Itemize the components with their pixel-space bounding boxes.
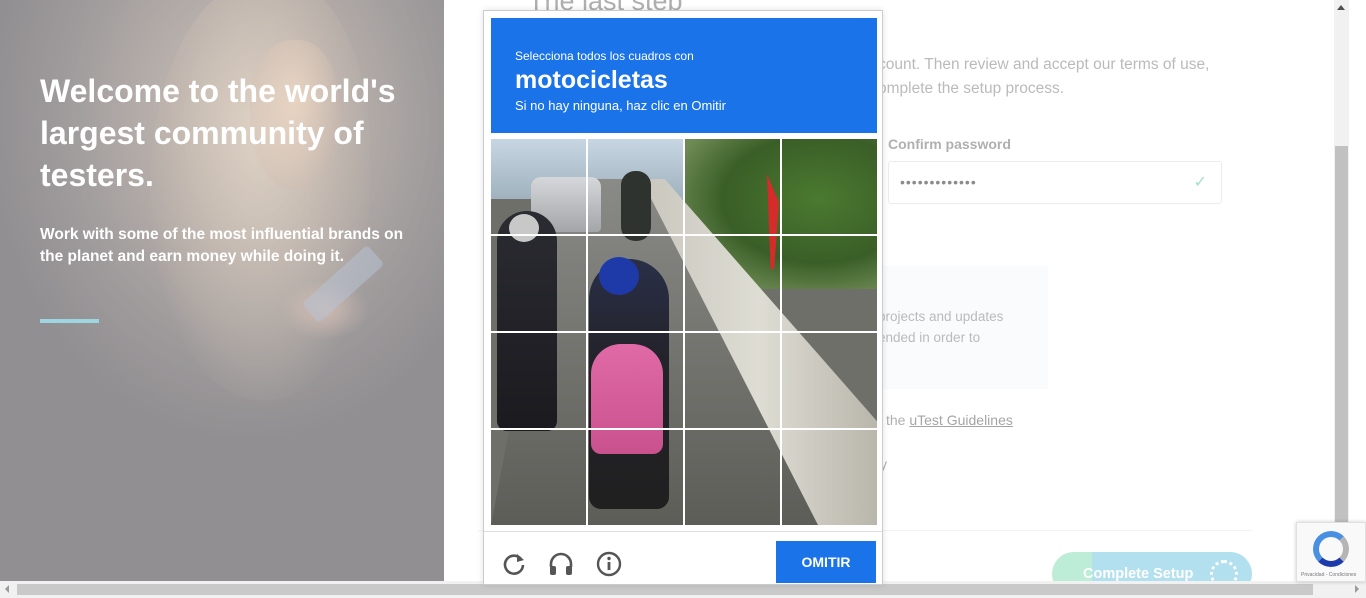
captcha-instruction: Selecciona todos los cuadros con [515, 49, 694, 63]
page: Welcome to the world's largest community… [0, 0, 1366, 598]
scroll-up-icon[interactable] [1337, 5, 1345, 10]
headphones-icon[interactable] [548, 551, 574, 577]
captcha-footer-divider [484, 531, 882, 532]
captcha-tile[interactable] [491, 236, 587, 332]
horizontal-scroll-thumb[interactable] [17, 584, 1313, 595]
captcha-hint: Si no hay ninguna, haz clic en Omitir [515, 98, 726, 113]
captcha-tile[interactable] [588, 236, 684, 332]
reload-icon[interactable] [501, 551, 527, 577]
captcha-tile[interactable] [685, 333, 781, 429]
skip-button[interactable]: OMITIR [776, 541, 876, 583]
captcha-tile[interactable] [491, 430, 587, 526]
captcha-tile[interactable] [685, 139, 781, 235]
captcha-target: motocicletas [515, 66, 668, 94]
captcha-image-grid [491, 139, 877, 525]
info-icon[interactable] [596, 551, 622, 577]
recaptcha-badge[interactable]: Privacidad - Condiciones [1296, 522, 1366, 582]
captcha-tile[interactable] [685, 430, 781, 526]
page-edge [1349, 0, 1366, 581]
vertical-scroll-thumb[interactable] [1335, 146, 1348, 581]
captcha-tile[interactable] [588, 139, 684, 235]
captcha-tile[interactable] [782, 139, 878, 235]
scroll-left-icon[interactable] [5, 585, 9, 593]
captcha-tile[interactable] [491, 333, 587, 429]
captcha-tile[interactable] [588, 430, 684, 526]
captcha-tile[interactable] [588, 333, 684, 429]
captcha-tile[interactable] [685, 236, 781, 332]
captcha-tile[interactable] [782, 333, 878, 429]
recaptcha-logo-icon [1313, 531, 1349, 567]
captcha-challenge: Selecciona todos los cuadros con motocic… [483, 10, 883, 585]
captcha-tile[interactable] [782, 236, 878, 332]
vertical-scrollbar[interactable] [1334, 0, 1349, 581]
captcha-tile[interactable] [491, 139, 587, 235]
recaptcha-badge-text: Privacidad - Condiciones [1301, 572, 1357, 578]
scroll-right-icon[interactable] [1355, 585, 1359, 593]
captcha-tile[interactable] [782, 430, 878, 526]
captcha-header: Selecciona todos los cuadros con motocic… [491, 18, 877, 133]
